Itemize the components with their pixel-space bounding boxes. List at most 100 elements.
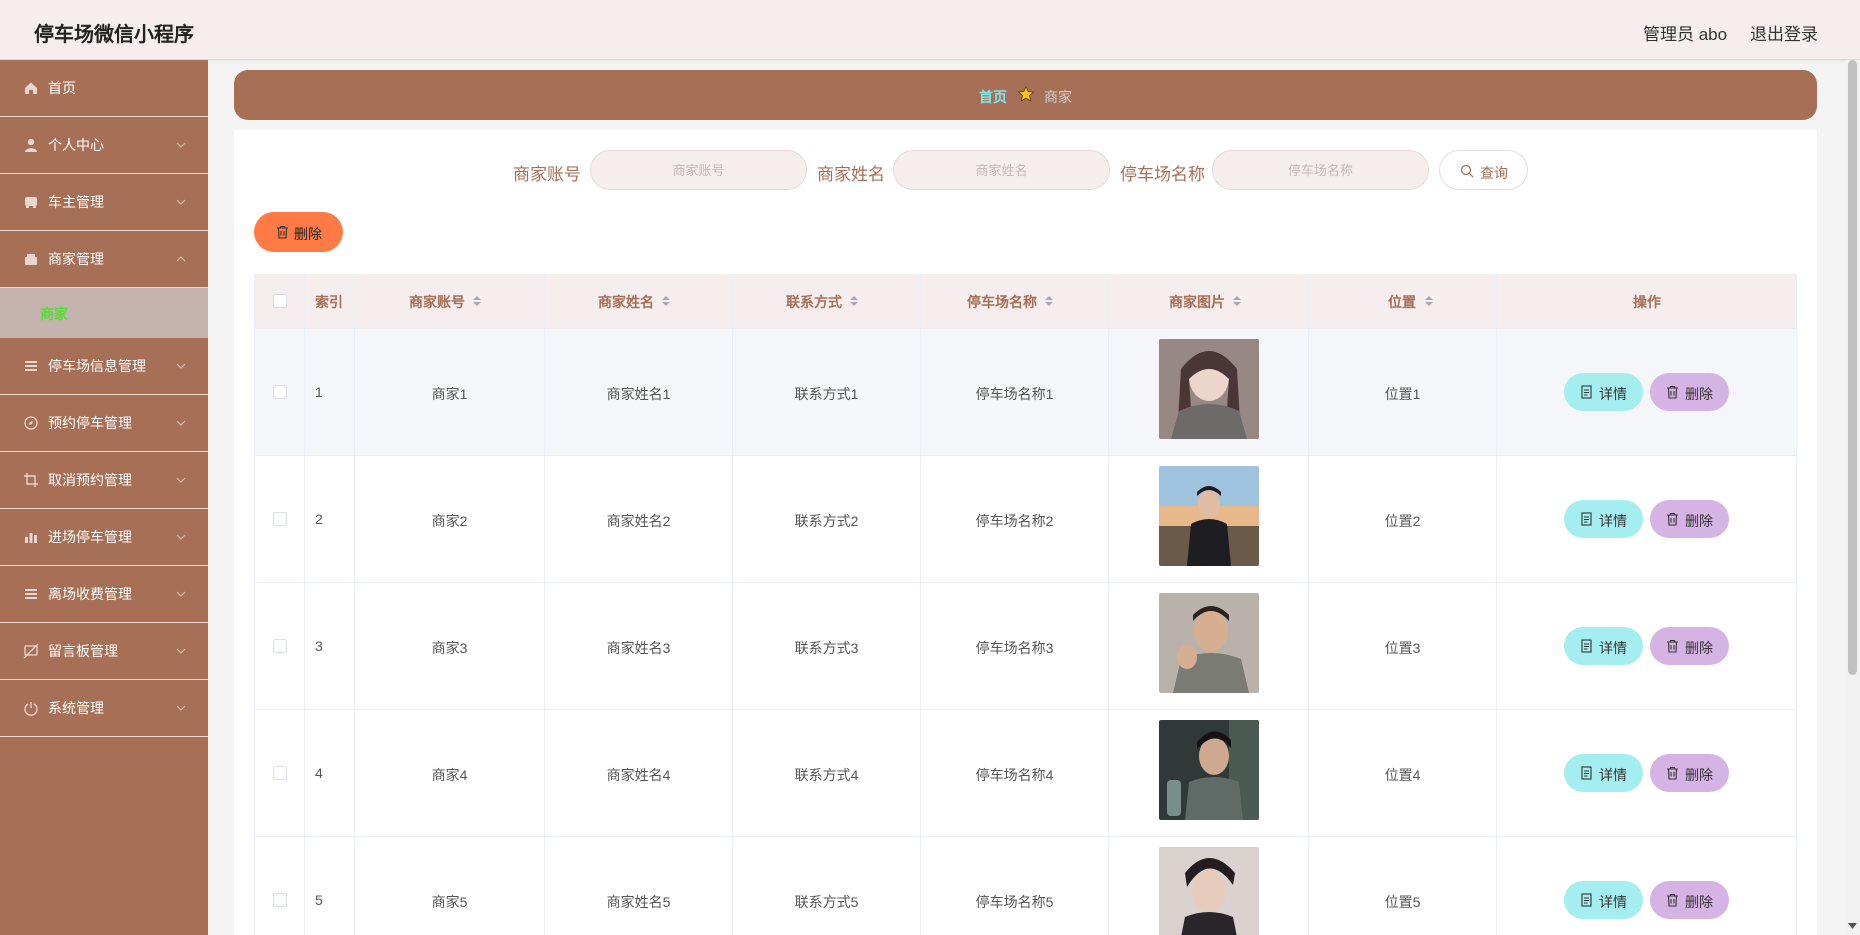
actions-cell: 详情 删除	[1497, 456, 1796, 583]
merchant-account-input[interactable]	[590, 150, 807, 190]
compass-icon	[24, 416, 38, 430]
query-button[interactable]: 查询	[1439, 150, 1528, 190]
shop-icon	[25, 254, 37, 265]
parking-lot-name-input[interactable]	[1212, 150, 1429, 190]
sidebar-item-cancel-reservation[interactable]: 取消预约管理	[0, 452, 208, 509]
location-cell: 位置1	[1309, 329, 1497, 456]
chevron-down-icon	[176, 534, 186, 540]
sidebar-item-label: 系统管理	[48, 700, 104, 716]
sidebar-item-home[interactable]: 首页	[0, 60, 208, 117]
sidebar-item-exit-fee[interactable]: 离场收费管理	[0, 566, 208, 623]
merchant-photo	[1159, 847, 1259, 935]
row-select-cell	[255, 583, 305, 710]
car-icon	[25, 197, 37, 208]
delete-button[interactable]: 删除	[1650, 754, 1729, 792]
image-cell	[1109, 329, 1309, 456]
chevron-down-icon	[176, 420, 186, 426]
sort-icon[interactable]	[472, 294, 482, 308]
logout-link[interactable]: 退出登录	[1750, 20, 1818, 45]
scrollbar-thumb[interactable]	[1848, 60, 1857, 675]
detail-button[interactable]: 详情	[1564, 500, 1643, 538]
detail-button[interactable]: 详情	[1564, 754, 1643, 792]
detail-button[interactable]: 详情	[1564, 373, 1643, 411]
sidebar-item-profile[interactable]: 个人中心	[0, 117, 208, 174]
merchant-name-input[interactable]	[893, 150, 1110, 190]
row-checkbox[interactable]	[273, 512, 287, 526]
sidebar-item-label: 首页	[48, 80, 76, 96]
sidebar-item-entry-parking[interactable]: 进场停车管理	[0, 509, 208, 566]
header-index: 索引	[305, 274, 355, 329]
admin-label: 管理员 abo	[1643, 25, 1728, 44]
merchant-name-label: 商家姓名	[817, 165, 885, 184]
document-icon	[1581, 639, 1592, 653]
sidebar-item-car-owner[interactable]: 车主管理	[0, 174, 208, 231]
trash-icon	[1667, 766, 1678, 780]
name-cell: 商家姓名5	[545, 837, 733, 935]
sidebar-item-label: 进场停车管理	[48, 529, 132, 545]
delete-button[interactable]: 删除	[1650, 627, 1729, 665]
index-cell: 3	[305, 583, 355, 710]
sidebar-item-system[interactable]: 系统管理	[0, 680, 208, 737]
header-name-label: 商家姓名	[598, 294, 654, 310]
delete-button[interactable]: 删除	[1650, 881, 1729, 919]
sidebar-item-label: 留言板管理	[48, 643, 118, 659]
row-checkbox[interactable]	[273, 893, 287, 907]
document-icon	[1581, 385, 1592, 399]
image-cell	[1109, 710, 1309, 837]
sidebar-item-label: 预约停车管理	[48, 415, 132, 431]
row-checkbox[interactable]	[273, 385, 287, 399]
header-lot-name[interactable]: 停车场名称	[921, 274, 1109, 329]
row-checkbox[interactable]	[273, 766, 287, 780]
document-icon	[1581, 512, 1592, 526]
delete-button[interactable]: 删除	[1650, 500, 1729, 538]
detail-button[interactable]: 详情	[1564, 627, 1643, 665]
header-lot-name-label: 停车场名称	[967, 294, 1037, 310]
contact-cell: 联系方式2	[733, 456, 921, 583]
home-icon	[25, 82, 37, 94]
header-location[interactable]: 位置	[1309, 274, 1497, 329]
image-cell	[1109, 456, 1309, 583]
sort-icon[interactable]	[1044, 294, 1054, 308]
header-image-label: 商家图片	[1169, 294, 1225, 310]
header-account[interactable]: 商家账号	[355, 274, 545, 329]
row-select-cell	[255, 837, 305, 935]
select-all-checkbox[interactable]	[273, 294, 287, 308]
chevron-down-icon	[176, 142, 186, 148]
trash-icon	[277, 225, 288, 239]
sort-icon[interactable]	[661, 294, 671, 308]
index-cell: 5	[305, 837, 355, 935]
scroll-down-arrow-icon[interactable]	[1847, 920, 1858, 931]
name-cell: 商家姓名3	[545, 583, 733, 710]
chevron-down-icon	[176, 648, 186, 654]
row-select-cell	[255, 329, 305, 456]
detail-button[interactable]: 详情	[1564, 881, 1643, 919]
row-checkbox[interactable]	[273, 639, 287, 653]
header-name[interactable]: 商家姓名	[545, 274, 733, 329]
sort-icon[interactable]	[1424, 294, 1434, 308]
table-header: 索引 商家账号 商家姓名 联系方式 停车场名称 商家图片 位置 操作	[255, 274, 1796, 329]
delete-button[interactable]: 删除	[1650, 373, 1729, 411]
account-cell: 商家3	[355, 583, 545, 710]
header-contact-label: 联系方式	[786, 294, 842, 310]
actions-cell: 详情 删除	[1497, 583, 1796, 710]
breadcrumb-home-link[interactable]: 首页	[979, 87, 1007, 107]
actions-cell: 详情 删除	[1497, 837, 1796, 935]
image-cell	[1109, 583, 1309, 710]
bulk-delete-button[interactable]: 删除	[254, 212, 343, 252]
index-cell: 2	[305, 456, 355, 583]
sidebar-item-reservation[interactable]: 预约停车管理	[0, 395, 208, 452]
sidebar-item-label: 商家管理	[48, 251, 104, 267]
lot-name-cell: 停车场名称3	[921, 583, 1109, 710]
sort-icon[interactable]	[1232, 294, 1242, 308]
sidebar-subitem-merchant[interactable]: 商家	[0, 288, 208, 338]
header-image[interactable]: 商家图片	[1109, 274, 1309, 329]
sidebar-item-parking-info[interactable]: 停车场信息管理	[0, 338, 208, 395]
image-cell	[1109, 837, 1309, 935]
account-cell: 商家4	[355, 710, 545, 837]
header-contact[interactable]: 联系方式	[733, 274, 921, 329]
sidebar-item-merchant[interactable]: 商家管理	[0, 231, 208, 288]
sidebar-item-message-board[interactable]: 留言板管理	[0, 623, 208, 680]
sort-icon[interactable]	[849, 294, 859, 308]
location-cell: 位置5	[1309, 837, 1497, 935]
page-scrollbar[interactable]	[1845, 60, 1860, 935]
